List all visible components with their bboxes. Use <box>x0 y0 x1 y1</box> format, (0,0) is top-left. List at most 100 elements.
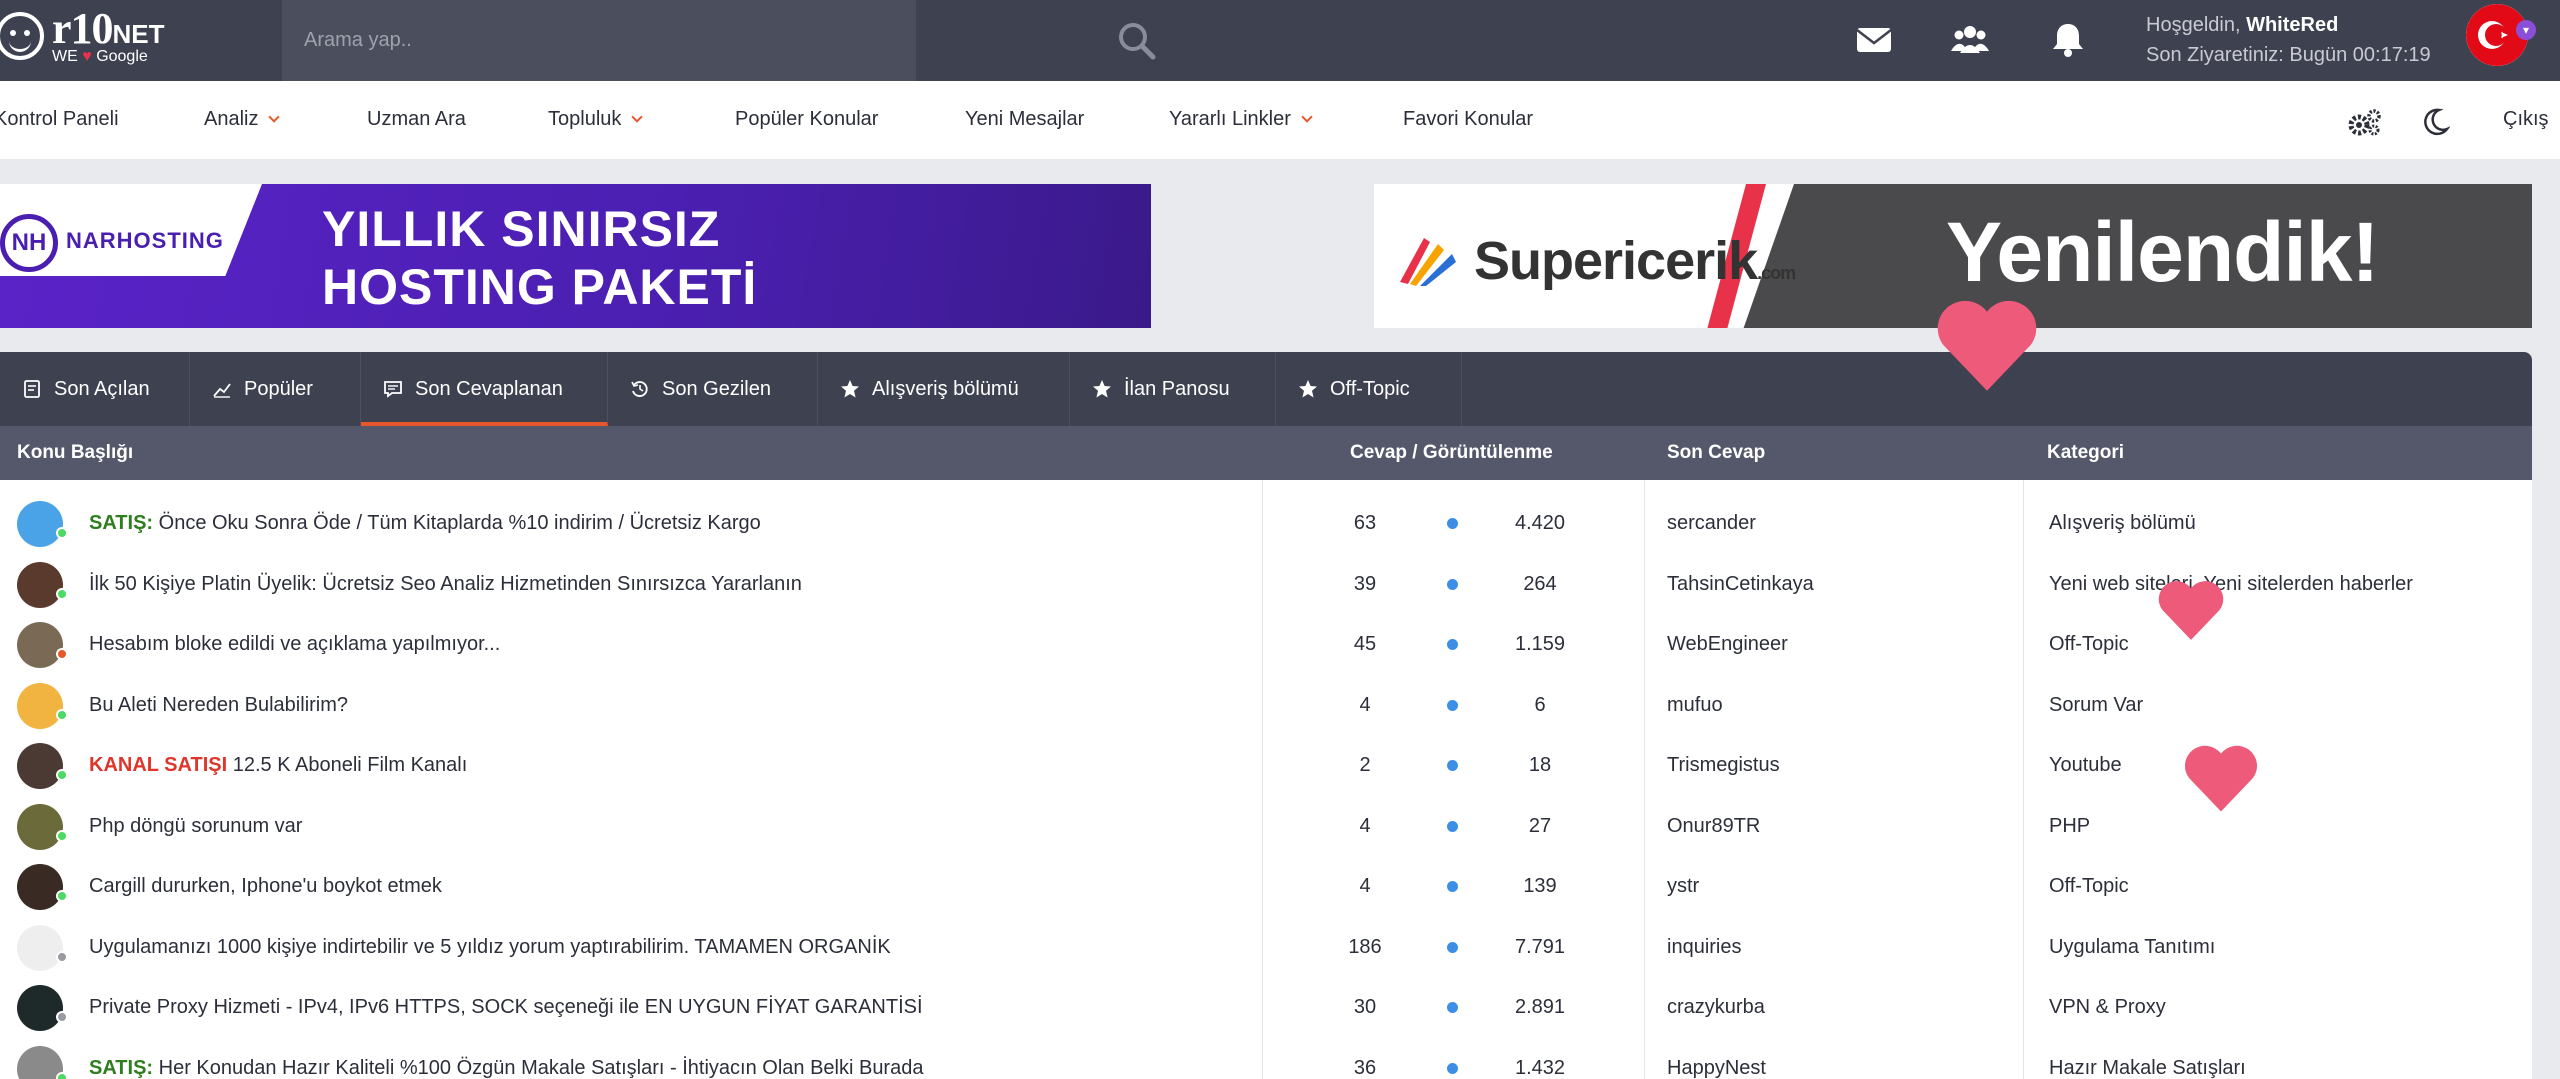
last-reply-user[interactable]: ystr <box>1667 875 1699 898</box>
topic-title-link[interactable]: Uygulamanızı 1000 kişiye indirtebilir ve… <box>89 936 891 959</box>
topic-title-link[interactable]: Private Proxy Hizmeti - IPv4, IPv6 HTTPS… <box>89 996 923 1019</box>
last-reply-user[interactable]: HappyNest <box>1667 1057 1766 1079</box>
topic-title-link[interactable]: Php döngü sorunum var <box>89 815 302 838</box>
category-link[interactable]: Hazır Makale Satışları <box>2049 1057 2246 1079</box>
bell-icon[interactable] <box>2046 18 2090 62</box>
view-count: 27 <box>1528 814 1552 837</box>
logout-link[interactable]: Çıkış <box>2503 108 2549 131</box>
table-row[interactable]: Cargill dururken, Iphone'u boykot etmek 4… <box>0 855 2532 915</box>
user-avatar[interactable] <box>17 985 63 1031</box>
topic-title-link[interactable]: KANAL SATIŞI 12.5 K Aboneli Film Kanalı <box>89 754 467 777</box>
column-header-topic: Konu Başlığı <box>17 442 134 463</box>
user-avatar[interactable] <box>17 864 63 910</box>
site-logo[interactable]: r10NET WE ♥ Google <box>0 6 165 66</box>
last-reply-user[interactable]: mufuo <box>1667 694 1723 717</box>
user-avatar[interactable] <box>17 682 63 729</box>
mail-icon[interactable] <box>1852 18 1896 62</box>
gear-icon[interactable] <box>2347 107 2383 139</box>
logo-sub-left: WE <box>52 48 78 65</box>
topic-title-link[interactable]: Bu Aleti Nereden Bulabilirim? <box>89 694 348 717</box>
user-avatar[interactable] <box>17 622 63 668</box>
online-status-dot <box>56 1071 68 1079</box>
user-avatar[interactable] <box>17 924 63 971</box>
supericerik-logo-icon <box>1400 238 1456 286</box>
nav-item-kontrol-paneli[interactable]: Kontrol Paneli <box>0 108 119 131</box>
topic-prefix: SATIŞ: <box>89 512 154 534</box>
table-row[interactable]: SATIŞ: Her Konudan Hazır Kaliteli %100 Ö… <box>0 1037 2532 1079</box>
column-header-last-reply: Son Cevap <box>1667 442 1766 463</box>
banner-left-line1: YILLIK SINIRSIZ <box>322 201 721 257</box>
last-reply-user[interactable]: Trismegistus <box>1667 754 1780 777</box>
nav-item-favori-konular[interactable]: Favori Konular <box>1403 108 1533 131</box>
user-avatar[interactable] <box>17 561 63 608</box>
tab-son-acilan[interactable]: Son Açılan <box>0 352 190 426</box>
users-icon[interactable] <box>1948 18 1992 62</box>
topic-title: Bu Aleti Nereden Bulabilirim? <box>89 693 349 716</box>
table-row[interactable]: Php döngü sorunum var 4 27 Onur89TR PHP <box>0 795 2532 855</box>
tab-son-gezilen[interactable]: Son Gezilen <box>608 352 818 426</box>
online-status-dot <box>56 1011 68 1023</box>
last-reply-user[interactable]: inquiries <box>1667 936 1741 959</box>
table-row[interactable]: SATIŞ: Önce Oku Sonra Öde / Tüm Kitaplar… <box>0 492 2532 552</box>
search-icon[interactable] <box>1114 18 1160 64</box>
category-link[interactable]: Youtube <box>2049 754 2122 777</box>
reply-count: 30 <box>1353 996 1377 1018</box>
topic-title-link[interactable]: Hesabım bloke edildi ve açıklama yapılmı… <box>89 633 500 656</box>
reply-count: 4 <box>1359 693 1371 716</box>
user-avatar[interactable] <box>17 501 63 547</box>
last-reply-user[interactable]: sercander <box>1667 512 1756 535</box>
topic-title-link[interactable]: SATIŞ: Önce Oku Sonra Öde / Tüm Kitaplar… <box>89 512 761 535</box>
moon-icon[interactable] <box>2420 107 2450 137</box>
topic-prefix: SATIŞ: <box>89 1056 154 1079</box>
nav-item-yeni-mesajlar[interactable]: Yeni Mesajlar <box>965 108 1084 131</box>
category-link[interactable]: Alışveriş bölümü <box>2049 512 2196 535</box>
reply-count: 39 <box>1353 572 1377 595</box>
chevron-down-icon[interactable]: ▾ <box>2516 20 2536 40</box>
nav-item-populer-konular[interactable]: Popüler Konular <box>735 108 878 131</box>
view-count: 139 <box>1523 875 1557 897</box>
category-link[interactable]: Uygulama Tanıtımı <box>2049 936 2215 959</box>
table-row[interactable]: Uygulamanızı 1000 kişiye indirtebilir ve… <box>0 916 2532 976</box>
star-icon <box>841 380 859 398</box>
table-row[interactable]: KANAL SATIŞI 12.5 K Aboneli Film Kanalı 2… <box>0 734 2532 794</box>
table-row[interactable]: İlk 50 Kişiye Platin Üyelik: Ücretsiz Se… <box>0 553 2532 613</box>
category-link[interactable]: Yeni web siteleri, Yeni sitelerden haber… <box>2049 573 2413 596</box>
tab-son-cevaplanan[interactable]: Son Cevaplanan <box>361 352 608 426</box>
smiley-logo-icon <box>0 12 44 60</box>
category-link[interactable]: Off-Topic <box>2049 633 2129 656</box>
topic-title-link[interactable]: İlk 50 Kişiye Platin Üyelik: Ücretsiz Se… <box>89 573 802 596</box>
nav-item-uzman-ara[interactable]: Uzman Ara <box>367 108 466 131</box>
separator-dot <box>1447 820 1458 832</box>
topic-title-link[interactable]: Cargill dururken, Iphone'u boykot etmek <box>89 875 442 898</box>
search-input[interactable] <box>304 22 824 58</box>
tab-alisveris-bolumu[interactable]: Alışveriş bölümü <box>818 352 1070 426</box>
user-avatar[interactable] <box>17 803 63 850</box>
narhosting-banner[interactable]: NH NARHOSTING YILLIK SINIRSIZ HOSTING PA… <box>0 184 1151 328</box>
category-link[interactable]: Sorum Var <box>2049 694 2143 717</box>
category-link[interactable]: Off-Topic <box>2049 875 2129 898</box>
logo-suffix-text: NET <box>112 19 165 49</box>
table-row[interactable]: Bu Aleti Nereden Bulabilirim? 4 6 mufuo Soru… <box>0 674 2532 734</box>
username[interactable]: WhiteRed <box>2246 14 2338 36</box>
category-link[interactable]: VPN & Proxy <box>2049 996 2166 1019</box>
last-reply-user[interactable]: crazykurba <box>1667 996 1765 1019</box>
last-reply-user[interactable]: Onur89TR <box>1667 815 1760 838</box>
last-visit: Son Ziyaretiniz: Bugün 00:17:19 <box>2146 44 2431 66</box>
nav-item-topluluk[interactable]: Topluluk <box>548 108 644 131</box>
last-reply-user[interactable]: WebEngineer <box>1667 633 1788 656</box>
category-link[interactable]: PHP <box>2049 815 2090 838</box>
separator-dot <box>1447 1002 1458 1013</box>
tab-off-topic[interactable]: Off-Topic <box>1276 352 1462 426</box>
table-row[interactable]: Hesabım bloke edildi ve açıklama yapılmı… <box>0 613 2532 673</box>
last-reply-user[interactable]: TahsinCetinkaya <box>1667 573 1814 596</box>
nav-item-yararli-linkler[interactable]: Yararlı Linkler <box>1169 108 1313 131</box>
user-avatar[interactable] <box>17 743 63 789</box>
heart-icon: ♥ <box>82 48 92 65</box>
tab-populer[interactable]: Popüler <box>190 352 361 426</box>
tab-ilan-panosu[interactable]: İlan Panosu <box>1070 352 1276 426</box>
online-status-dot <box>56 950 68 963</box>
topic-title-link[interactable]: SATIŞ: Her Konudan Hazır Kaliteli %100 Ö… <box>89 1057 923 1079</box>
topic-table: SATIŞ: Önce Oku Sonra Öde / Tüm Kitaplar… <box>0 480 2532 1079</box>
nav-item-analiz[interactable]: Analiz <box>204 108 281 131</box>
table-row[interactable]: Private Proxy Hizmeti - IPv4, IPv6 HTTPS… <box>0 976 2532 1036</box>
